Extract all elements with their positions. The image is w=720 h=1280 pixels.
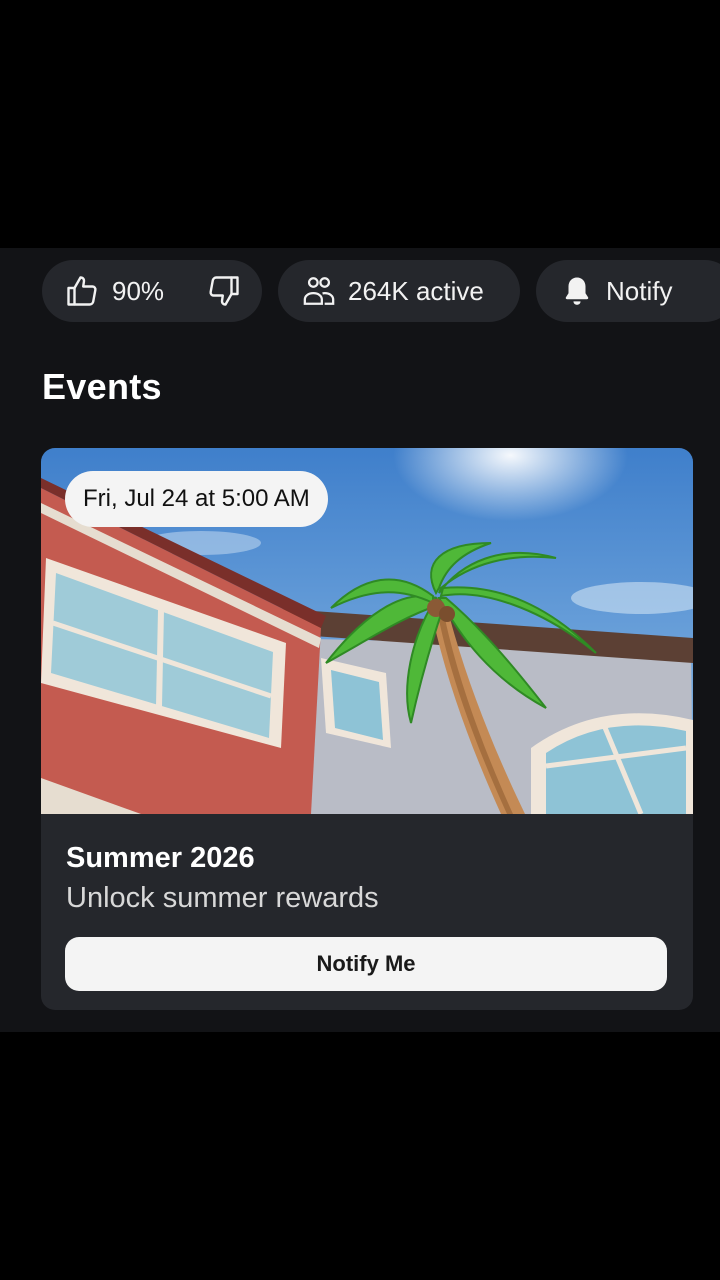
notify-me-button[interactable]: Notify Me [65,937,667,991]
notify-label: Notify [606,275,673,306]
screen: 90% 264K active Notify Events Fri, Jul 2… [0,0,720,1280]
active-players-pill: 264K active [278,260,520,322]
event-title: Summer 2026 [66,842,255,874]
event-card[interactable]: Fri, Jul 24 at 5:00 AM Summer 2026 Unloc… [41,448,693,1010]
event-description: Unlock summer rewards [66,882,379,914]
rating-pill: 90% [42,260,262,322]
thumbs-up-icon[interactable] [64,273,112,309]
experience-details-panel: 90% 264K active Notify Events Fri, Jul 2… [0,248,720,1032]
event-image: Fri, Jul 24 at 5:00 AM [41,448,693,814]
people-icon [302,274,348,308]
active-players-count: 264K active [348,275,484,306]
notify-pill-button[interactable]: Notify [536,260,720,322]
rating-percent: 90% [112,275,165,306]
events-heading: Events [42,366,162,407]
event-date-badge: Fri, Jul 24 at 5:00 AM [65,471,328,527]
thumbs-down-icon[interactable] [206,273,242,309]
bell-icon [560,274,606,308]
